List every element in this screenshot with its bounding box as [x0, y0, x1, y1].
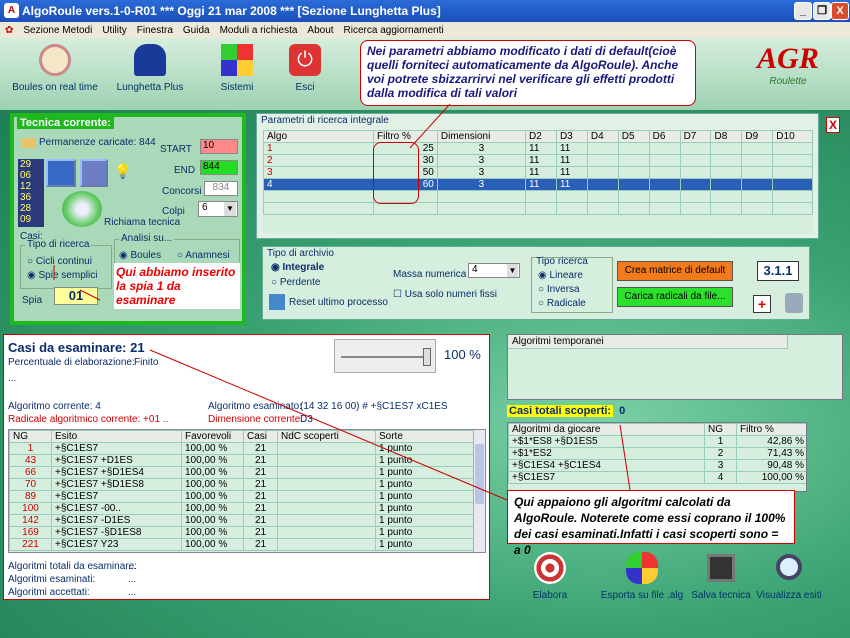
callout-arrows	[53, 103, 631, 501]
